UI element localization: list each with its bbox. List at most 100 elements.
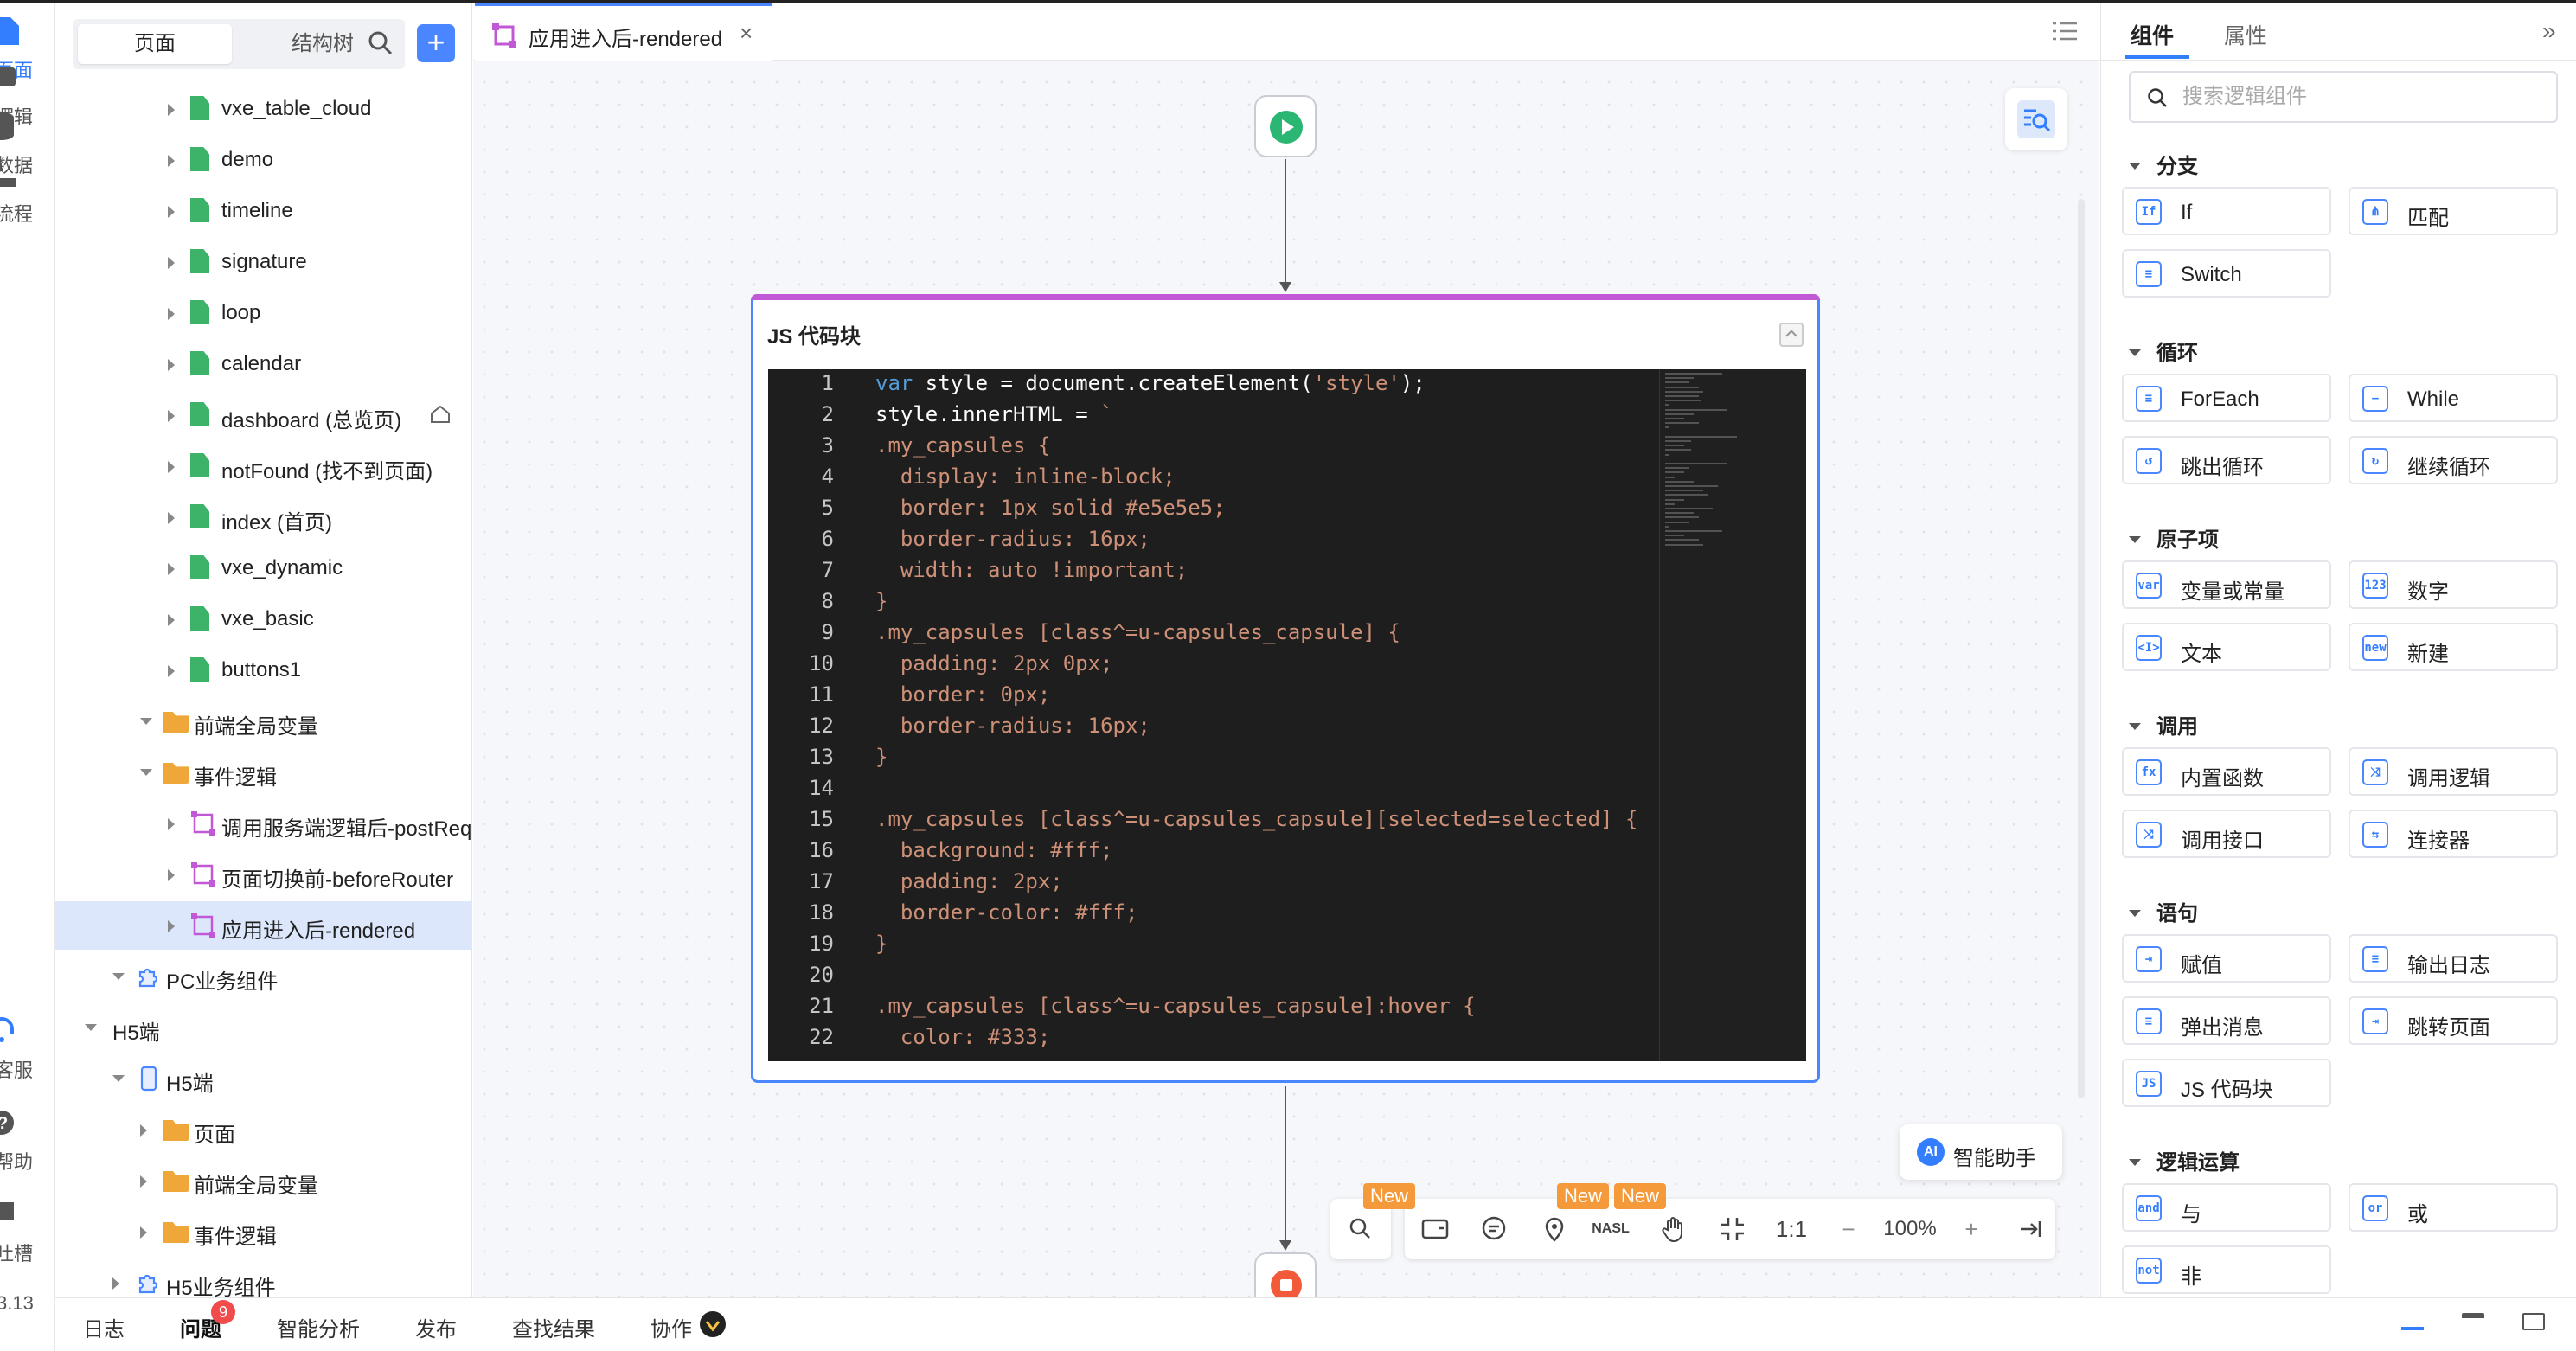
caret-right-icon[interactable] xyxy=(140,1175,147,1188)
rail-item-process[interactable]: 流程 xyxy=(0,154,54,232)
tree-row[interactable]: vxe_basic xyxy=(55,595,471,643)
component-card[interactable]: 123 数字 xyxy=(2349,560,2558,609)
tab-publish[interactable]: 发布 xyxy=(415,1312,457,1342)
tab-smart-analysis[interactable]: 智能分析 xyxy=(277,1312,360,1342)
add-page-button[interactable]: + xyxy=(417,24,455,62)
component-card[interactable]: ⇆ 连接器 xyxy=(2349,810,2558,858)
component-card[interactable]: fx 内置函数 xyxy=(2122,747,2331,796)
component-card[interactable]: ⇥ 赋值 xyxy=(2122,934,2331,983)
collapse-panel-icon[interactable]: » xyxy=(2542,17,2556,45)
tree-row[interactable]: index (首页) xyxy=(55,493,471,541)
tree-row[interactable]: vxe_dynamic xyxy=(55,544,471,592)
caret-down-icon[interactable] xyxy=(112,973,125,980)
tree-row[interactable]: 前端全局变量 xyxy=(55,1156,471,1205)
tree-row[interactable]: notFound (找不到页面) xyxy=(55,442,471,490)
tab-pages[interactable]: 页面 xyxy=(78,24,232,64)
collapse-right-icon[interactable] xyxy=(2015,1214,2045,1244)
component-card[interactable]: ⋔ 匹配 xyxy=(2349,187,2558,235)
ai-assistant-button[interactable]: AI 智能助手 xyxy=(1900,1124,2062,1180)
component-card[interactable]: new 新建 xyxy=(2349,623,2558,671)
tree-row[interactable]: H5业务组件 xyxy=(55,1258,471,1297)
tab-log[interactable]: 日志 xyxy=(83,1312,125,1342)
layout-bottom-icon[interactable] xyxy=(2401,1313,2424,1330)
layout-full-icon[interactable] xyxy=(2522,1313,2545,1330)
tree-row[interactable]: 事件逻辑 xyxy=(55,748,471,797)
tab-properties[interactable]: 属性 xyxy=(2224,19,2267,50)
rail-item-support[interactable]: 客服 xyxy=(0,1010,54,1088)
search-input[interactable] xyxy=(2182,81,2546,112)
tree-row[interactable]: 前端全局变量 xyxy=(55,697,471,746)
caret-right-icon[interactable] xyxy=(168,104,175,116)
rail-item-help[interactable]: ? 帮助 xyxy=(0,1102,54,1180)
tree-row[interactable]: signature xyxy=(55,238,471,286)
caret-right-icon[interactable] xyxy=(168,359,175,371)
tree-row[interactable]: timeline xyxy=(55,187,471,235)
component-card[interactable]: not 非 xyxy=(2122,1245,2331,1294)
hand-icon[interactable] xyxy=(1659,1214,1688,1244)
component-card[interactable]: ≡ ForEach xyxy=(2122,374,2331,422)
component-card[interactable]: <I> 文本 xyxy=(2122,623,2331,671)
component-card[interactable]: − While xyxy=(2349,374,2558,422)
caret-right-icon[interactable] xyxy=(168,308,175,320)
comment-icon[interactable] xyxy=(1479,1214,1509,1244)
component-card[interactable]: ⇥ 跳转页面 xyxy=(2349,996,2558,1045)
component-card[interactable]: or 或 xyxy=(2349,1183,2558,1232)
caret-right-icon[interactable] xyxy=(168,818,175,830)
section-header[interactable]: 调用 xyxy=(2129,709,2198,740)
component-card[interactable]: ↺ 跳出循环 xyxy=(2122,436,2331,484)
tree-row[interactable]: 调用服务端逻辑后-postRequest xyxy=(55,799,471,848)
tab-collaborate[interactable]: 协作 xyxy=(650,1312,692,1342)
tab-search-results[interactable]: 查找结果 xyxy=(512,1312,595,1342)
caret-right-icon[interactable] xyxy=(168,920,175,932)
code-editor[interactable]: 1 var style = document.createElement('sty… xyxy=(768,369,1806,1061)
caret-right-icon[interactable] xyxy=(168,512,175,524)
nasl-icon[interactable]: NASL xyxy=(1592,1214,1630,1244)
component-card[interactable]: JS JS 代码块 xyxy=(2122,1059,2331,1107)
component-card[interactable]: ⤨ 调用接口 xyxy=(2122,810,2331,858)
screen-icon[interactable] xyxy=(1420,1214,1450,1244)
component-card[interactable]: ≡ 输出日志 xyxy=(2349,934,2558,983)
section-header[interactable]: 循环 xyxy=(2129,336,2198,366)
component-card[interactable]: If If xyxy=(2122,187,2331,235)
caret-down-icon[interactable] xyxy=(140,718,152,725)
component-card[interactable]: and 与 xyxy=(2122,1183,2331,1232)
actual-size-button[interactable]: 1:1 xyxy=(1773,1214,1810,1244)
search-icon[interactable] xyxy=(1346,1214,1375,1244)
tree-row[interactable]: H5端 xyxy=(55,1054,471,1103)
section-header[interactable]: 原子项 xyxy=(2129,522,2219,553)
caret-right-icon[interactable] xyxy=(112,1277,119,1290)
tab-components[interactable]: 组件 xyxy=(2131,19,2174,50)
caret-right-icon[interactable] xyxy=(140,1124,147,1137)
caret-down-icon[interactable] xyxy=(112,1075,125,1082)
component-card[interactable]: var 变量或常量 xyxy=(2122,560,2331,609)
zoom-out-button[interactable]: − xyxy=(1834,1214,1863,1244)
section-header[interactable]: 逻辑运算 xyxy=(2129,1145,2240,1175)
section-header[interactable]: 分支 xyxy=(2129,149,2198,179)
code-minimap[interactable] xyxy=(1659,369,1806,1061)
location-icon[interactable] xyxy=(1540,1214,1569,1244)
caret-right-icon[interactable] xyxy=(168,155,175,167)
caret-right-icon[interactable] xyxy=(168,614,175,626)
tree-row[interactable]: PC业务组件 xyxy=(55,952,471,1001)
list-icon[interactable] xyxy=(2053,21,2077,42)
search-icon[interactable] xyxy=(365,28,396,59)
section-header[interactable]: 语句 xyxy=(2129,896,2198,926)
tree-row[interactable]: H5端 xyxy=(55,1003,471,1052)
zoom-in-button[interactable]: + xyxy=(1957,1214,1986,1244)
component-card[interactable]: ≡ Switch xyxy=(2122,249,2331,298)
tree-row[interactable]: 事件逻辑 xyxy=(55,1207,471,1256)
component-search[interactable] xyxy=(2129,71,2558,123)
canvas-scrollbar[interactable] xyxy=(2078,199,2085,1098)
tree-row[interactable]: 页面 xyxy=(55,1105,471,1154)
tree-row[interactable]: 应用进入后-rendered xyxy=(55,901,471,950)
caret-right-icon[interactable] xyxy=(168,206,175,218)
caret-right-icon[interactable] xyxy=(140,1226,147,1239)
tree-row[interactable]: vxe_table_cloud xyxy=(55,85,471,133)
component-card[interactable]: ↻ 继续循环 xyxy=(2349,436,2558,484)
tree-row[interactable]: demo xyxy=(55,136,471,184)
start-node[interactable] xyxy=(1254,95,1317,157)
collapse-icon[interactable] xyxy=(1779,323,1804,347)
js-code-block[interactable]: JS 代码块 1 var style = document.createEleme… xyxy=(751,294,1820,1083)
caret-right-icon[interactable] xyxy=(168,869,175,881)
tree-row[interactable]: loop xyxy=(55,289,471,337)
